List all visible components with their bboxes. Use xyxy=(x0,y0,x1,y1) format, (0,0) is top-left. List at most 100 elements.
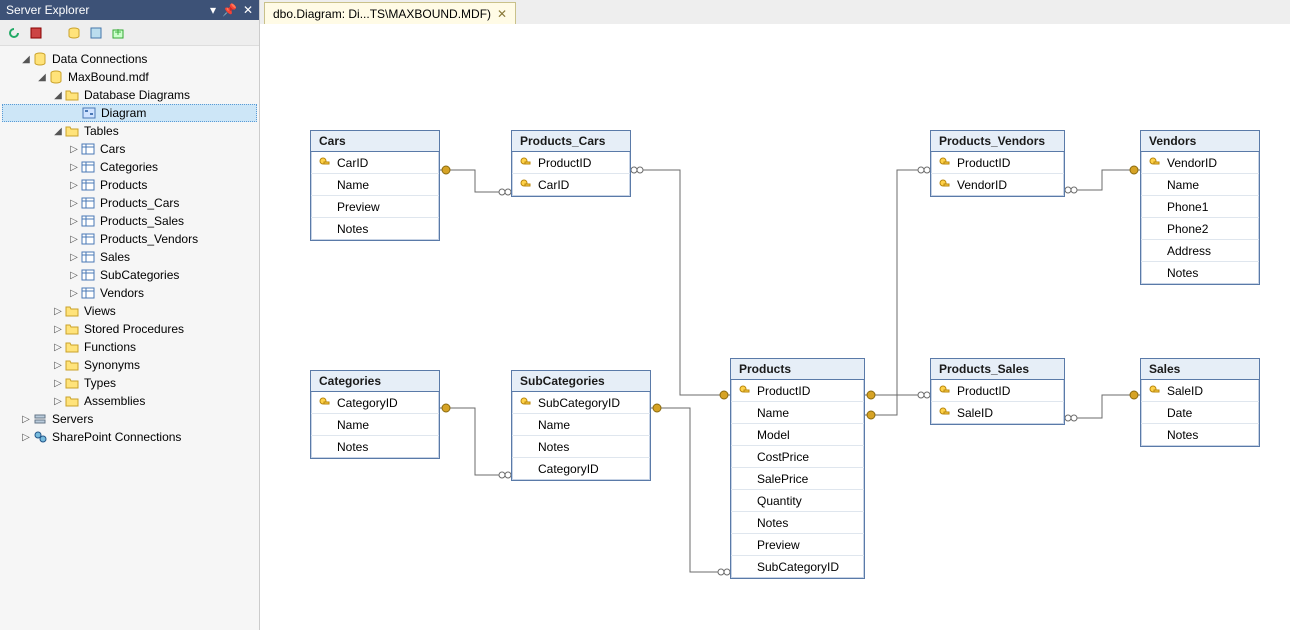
tree-folder-stored-procedures[interactable]: ▷Stored Procedures xyxy=(2,320,257,338)
tree-table-products_sales[interactable]: ▷Products_Sales xyxy=(2,212,257,230)
dbcolumn-quantity[interactable]: Quantity xyxy=(731,490,864,512)
tree-servers[interactable]: ▷ Servers xyxy=(2,410,257,428)
tree-table-subcategories[interactable]: ▷SubCategories xyxy=(2,266,257,284)
dbcolumn-productid[interactable]: ProductID xyxy=(931,380,1064,402)
dbcolumn-address[interactable]: Address xyxy=(1141,240,1259,262)
expand-icon[interactable]: ▷ xyxy=(52,396,64,407)
tree-table-products[interactable]: ▷Products xyxy=(2,176,257,194)
close-tab-icon[interactable]: ✕ xyxy=(497,7,507,21)
expand-icon[interactable]: ▷ xyxy=(52,324,64,335)
stop-icon[interactable] xyxy=(28,25,44,41)
dbtable-header[interactable]: Cars xyxy=(311,131,439,152)
dbcolumn-notes[interactable]: Notes xyxy=(1141,262,1259,284)
tree-table-products_cars[interactable]: ▷Products_Cars xyxy=(2,194,257,212)
dbcolumn-phone1[interactable]: Phone1 xyxy=(1141,196,1259,218)
dbtable-header[interactable]: Sales xyxy=(1141,359,1259,380)
dropdown-icon[interactable]: ▾ xyxy=(210,3,216,17)
dbcolumn-name[interactable]: Name xyxy=(311,174,439,196)
dbcolumn-name[interactable]: Name xyxy=(311,414,439,436)
dbtable-categories[interactable]: CategoriesCategoryIDNameNotes xyxy=(310,370,440,459)
dbcolumn-subcategoryid[interactable]: SubCategoryID xyxy=(512,392,650,414)
tree-table-products_vendors[interactable]: ▷Products_Vendors xyxy=(2,230,257,248)
dbcolumn-notes[interactable]: Notes xyxy=(731,512,864,534)
dbtable-header[interactable]: Vendors xyxy=(1141,131,1259,152)
collapse-icon[interactable]: ◢ xyxy=(20,54,32,65)
tree-database-file[interactable]: ◢ MaxBound.mdf xyxy=(2,68,257,86)
expand-icon[interactable]: ▷ xyxy=(68,270,80,281)
dbcolumn-name[interactable]: Name xyxy=(512,414,650,436)
tree-diagram-item[interactable]: Diagram xyxy=(2,104,257,122)
tree-tables-folder[interactable]: ◢ Tables xyxy=(2,122,257,140)
server-explorer-tree[interactable]: ◢ Data Connections ◢ MaxBound.mdf ◢ Data… xyxy=(0,46,259,630)
dbtable-header[interactable]: Products xyxy=(731,359,864,380)
dbcolumn-notes[interactable]: Notes xyxy=(512,436,650,458)
tree-table-cars[interactable]: ▷Cars xyxy=(2,140,257,158)
collapse-icon[interactable]: ◢ xyxy=(52,90,64,101)
dbtable-sales[interactable]: SalesSaleIDDateNotes xyxy=(1140,358,1260,447)
dbtable-header[interactable]: Categories xyxy=(311,371,439,392)
dbcolumn-name[interactable]: Name xyxy=(731,402,864,424)
tree-folder-assemblies[interactable]: ▷Assemblies xyxy=(2,392,257,410)
expand-icon[interactable]: ▷ xyxy=(68,198,80,209)
dbcolumn-saleprice[interactable]: SalePrice xyxy=(731,468,864,490)
dbtable-products_cars[interactable]: Products_CarsProductIDCarID xyxy=(511,130,631,197)
tree-table-sales[interactable]: ▷Sales xyxy=(2,248,257,266)
dbcolumn-preview[interactable]: Preview xyxy=(731,534,864,556)
dbcolumn-notes[interactable]: Notes xyxy=(311,436,439,458)
tree-sharepoint[interactable]: ▷ SharePoint Connections xyxy=(2,428,257,446)
dbcolumn-preview[interactable]: Preview xyxy=(311,196,439,218)
tab-diagram[interactable]: dbo.Diagram: Di...TS\MAXBOUND.MDF) ✕ xyxy=(264,2,516,24)
tree-table-vendors[interactable]: ▷Vendors xyxy=(2,284,257,302)
dbtable-vendors[interactable]: VendorsVendorIDNamePhone1Phone2AddressNo… xyxy=(1140,130,1260,285)
expand-icon[interactable]: ▷ xyxy=(68,234,80,245)
refresh-icon[interactable] xyxy=(6,25,22,41)
dbcolumn-carid[interactable]: CarID xyxy=(512,174,630,196)
dbcolumn-vendorid[interactable]: VendorID xyxy=(931,174,1064,196)
expand-icon[interactable]: ▷ xyxy=(68,162,80,173)
add-connection-icon[interactable]: + xyxy=(110,25,126,41)
expand-icon[interactable]: ▷ xyxy=(68,288,80,299)
dbtable-cars[interactable]: CarsCarIDNamePreviewNotes xyxy=(310,130,440,241)
expand-icon[interactable]: ▷ xyxy=(52,342,64,353)
collapse-icon[interactable]: ◢ xyxy=(36,72,48,83)
tree-folder-synonyms[interactable]: ▷Synonyms xyxy=(2,356,257,374)
expand-icon[interactable]: ▷ xyxy=(68,144,80,155)
dbcolumn-subcategoryid[interactable]: SubCategoryID xyxy=(731,556,864,578)
tree-folder-functions[interactable]: ▷Functions xyxy=(2,338,257,356)
dbcolumn-productid[interactable]: ProductID xyxy=(931,152,1064,174)
dbcolumn-vendorid[interactable]: VendorID xyxy=(1141,152,1259,174)
expand-icon[interactable]: ▷ xyxy=(20,432,32,443)
collapse-icon[interactable]: ◢ xyxy=(52,126,64,137)
expand-icon[interactable]: ▷ xyxy=(52,360,64,371)
dbtable-products[interactable]: ProductsProductIDNameModelCostPriceSaleP… xyxy=(730,358,865,579)
dbcolumn-saleid[interactable]: SaleID xyxy=(931,402,1064,424)
tree-data-connections[interactable]: ◢ Data Connections xyxy=(2,50,257,68)
dbcolumn-costprice[interactable]: CostPrice xyxy=(731,446,864,468)
dbcolumn-notes[interactable]: Notes xyxy=(1141,424,1259,446)
expand-icon[interactable]: ▷ xyxy=(20,414,32,425)
expand-icon[interactable]: ▷ xyxy=(68,252,80,263)
dbcolumn-phone2[interactable]: Phone2 xyxy=(1141,218,1259,240)
dbtable-header[interactable]: Products_Cars xyxy=(512,131,630,152)
tree-table-categories[interactable]: ▷Categories xyxy=(2,158,257,176)
close-panel-icon[interactable]: ✕ xyxy=(243,3,253,17)
dbtable-header[interactable]: Products_Vendors xyxy=(931,131,1064,152)
dbcolumn-productid[interactable]: ProductID xyxy=(731,380,864,402)
pin-icon[interactable]: 📌 xyxy=(222,3,237,17)
dbtable-header[interactable]: Products_Sales xyxy=(931,359,1064,380)
dbcolumn-categoryid[interactable]: CategoryID xyxy=(311,392,439,414)
dbtable-products_vendors[interactable]: Products_VendorsProductIDVendorID xyxy=(930,130,1065,197)
dbcolumn-productid[interactable]: ProductID xyxy=(512,152,630,174)
dbcolumn-categoryid[interactable]: CategoryID xyxy=(512,458,650,480)
dbtable-products_sales[interactable]: Products_SalesProductIDSaleID xyxy=(930,358,1065,425)
dbcolumn-date[interactable]: Date xyxy=(1141,402,1259,424)
dbcolumn-model[interactable]: Model xyxy=(731,424,864,446)
connect-server-icon[interactable] xyxy=(88,25,104,41)
tree-folder-types[interactable]: ▷Types xyxy=(2,374,257,392)
connect-db-icon[interactable] xyxy=(66,25,82,41)
dbtable-header[interactable]: SubCategories xyxy=(512,371,650,392)
tree-folder-views[interactable]: ▷Views xyxy=(2,302,257,320)
dbcolumn-notes[interactable]: Notes xyxy=(311,218,439,240)
dbcolumn-carid[interactable]: CarID xyxy=(311,152,439,174)
expand-icon[interactable]: ▷ xyxy=(68,216,80,227)
